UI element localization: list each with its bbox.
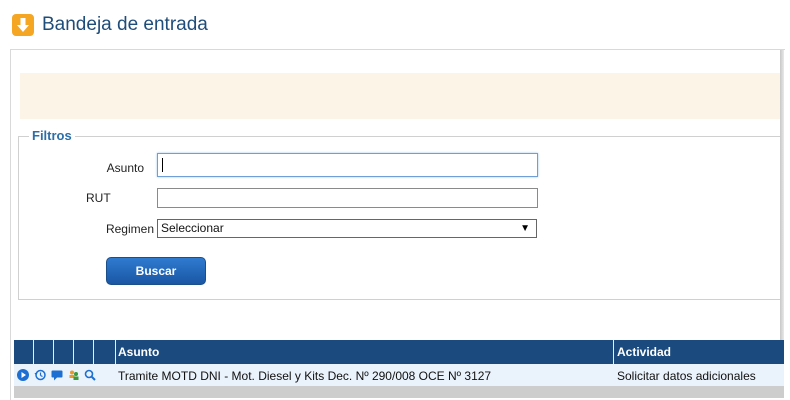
comment-icon[interactable] xyxy=(51,369,63,381)
page-header: Bandeja de entrada xyxy=(0,0,780,48)
asunto-input[interactable] xyxy=(157,153,538,177)
rut-label: RUT xyxy=(86,191,111,205)
asunto-label: Asunto xyxy=(106,161,144,175)
header-action-cell xyxy=(14,340,34,364)
header-action-cell xyxy=(54,340,74,364)
search-button[interactable]: Buscar xyxy=(106,257,206,285)
header-action-cell xyxy=(74,340,94,364)
regimen-label: Regimen xyxy=(105,222,154,236)
column-header-actividad: Actividad xyxy=(617,345,672,359)
table-header: Asunto Actividad xyxy=(14,340,784,364)
row-actividad: Solicitar datos adicionales xyxy=(617,369,756,383)
header-actividad[interactable]: Actividad xyxy=(614,340,784,364)
header-action-cell xyxy=(94,340,116,364)
history-icon[interactable] xyxy=(34,369,46,381)
chevron-down-icon: ▼ xyxy=(520,223,530,234)
panel-bottom-shadow xyxy=(14,386,784,398)
download-arrow-icon xyxy=(12,14,34,36)
row-asunto: Tramite MOTD DNI - Mot. Diesel y Kits De… xyxy=(118,369,492,383)
notice-band xyxy=(20,73,780,119)
filters-legend: Filtros xyxy=(29,128,75,144)
table-row[interactable]: Tramite MOTD DNI - Mot. Diesel y Kits De… xyxy=(14,364,784,386)
regimen-selected-value: Seleccionar xyxy=(161,221,224,235)
search-icon[interactable] xyxy=(84,369,96,381)
column-header-asunto: Asunto xyxy=(118,345,160,359)
regimen-select[interactable]: Seleccionar ▼ xyxy=(157,219,537,238)
text-caret xyxy=(162,158,163,172)
play-icon[interactable] xyxy=(17,369,29,381)
rut-input[interactable] xyxy=(157,188,538,208)
page-title: Bandeja de entrada xyxy=(42,14,208,35)
reassign-icon[interactable] xyxy=(68,369,80,381)
results-table: Asunto Actividad Tramite MOTD DNI - Mot.… xyxy=(14,340,784,386)
header-asunto[interactable]: Asunto xyxy=(116,340,614,364)
header-action-cell xyxy=(34,340,54,364)
